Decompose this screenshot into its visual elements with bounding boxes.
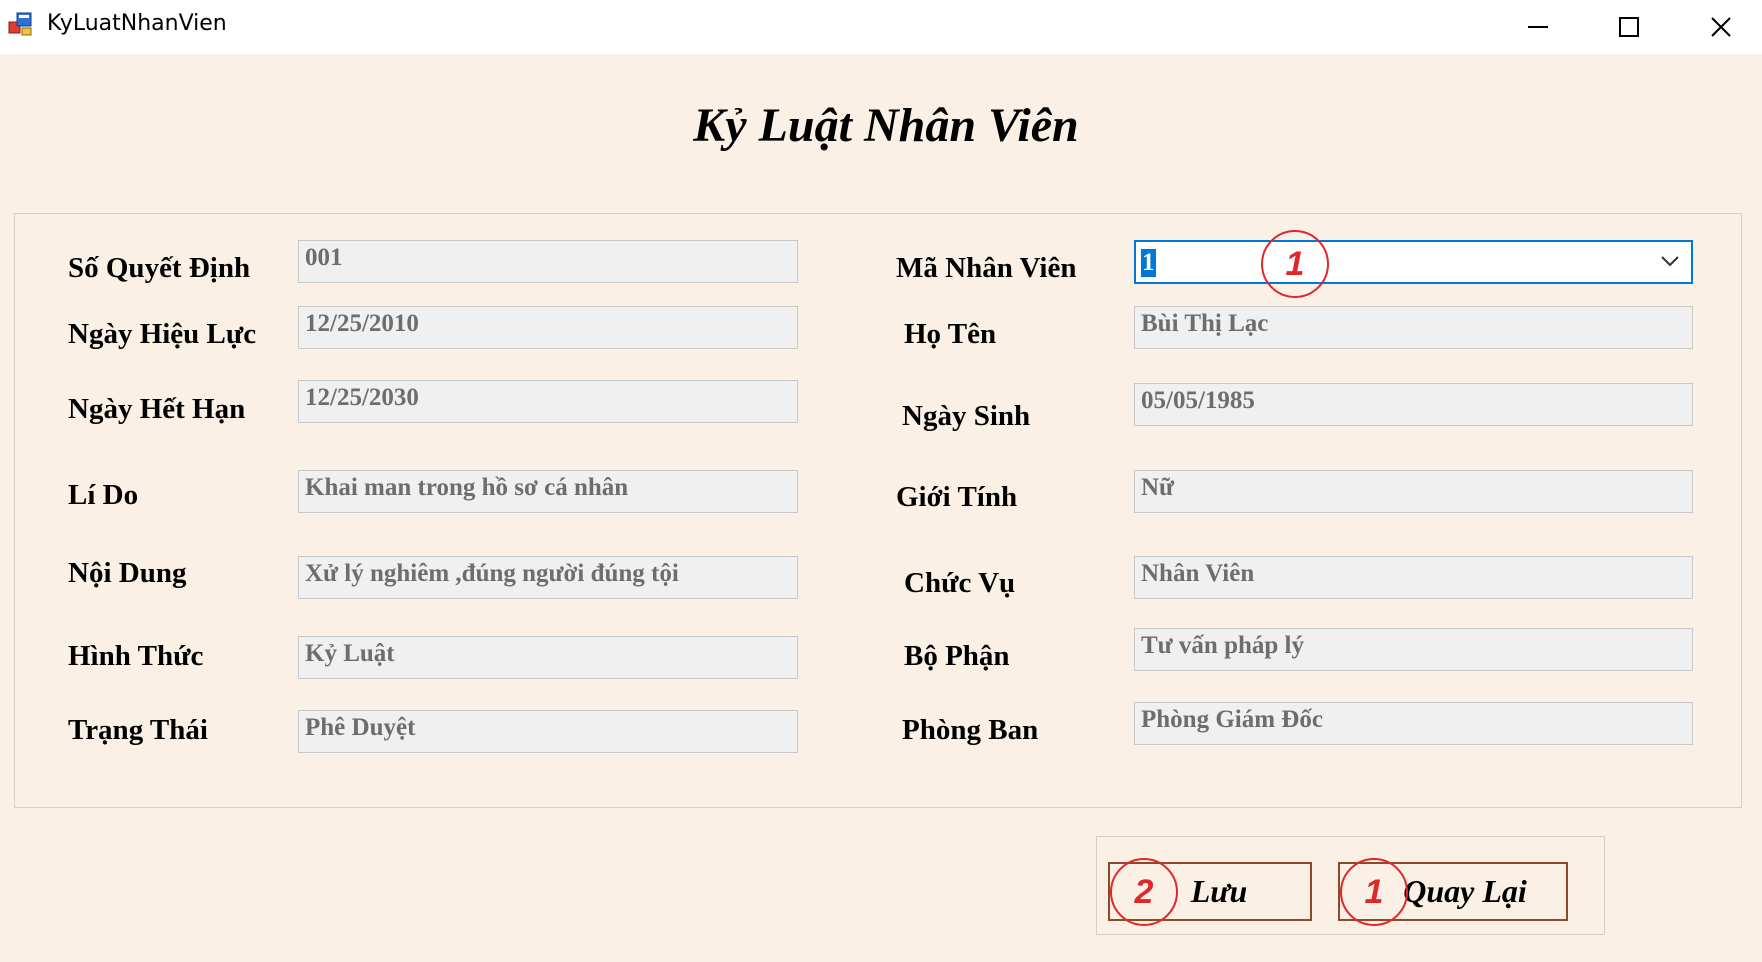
form-of-discipline-field[interactable]: Kỷ Luật: [298, 636, 798, 679]
position-field[interactable]: Nhân Viên: [1134, 556, 1693, 599]
employee-id-selected-value: 1: [1141, 249, 1156, 277]
window-title: KyLuatNhanVien: [47, 11, 227, 36]
birth-date-label: Ngày Sinh: [902, 400, 1031, 432]
content-label: Nội Dung: [68, 557, 187, 589]
reason-label: Lí Do: [68, 479, 139, 511]
full-name-field[interactable]: Bùi Thị Lạc: [1134, 306, 1693, 349]
department-field[interactable]: Phòng Giám Đốc: [1134, 702, 1693, 745]
annotation-marker-save: 2: [1110, 858, 1178, 926]
minimize-icon: [1528, 26, 1548, 28]
division-label: Bộ Phận: [904, 640, 1010, 672]
expiry-date-label: Ngày Hết Hạn: [68, 393, 246, 425]
winforms-app-icon: [8, 12, 32, 36]
gender-field[interactable]: Nữ: [1134, 470, 1693, 513]
expiry-date-field[interactable]: 12/25/2030: [298, 380, 798, 423]
chevron-down-icon[interactable]: [1660, 254, 1680, 268]
content-field[interactable]: Xử lý nghiêm ,đúng người đúng tội: [298, 556, 798, 599]
window-titlebar: KyLuatNhanVien: [0, 0, 1762, 54]
birth-date-field[interactable]: 05/05/1985: [1134, 383, 1693, 426]
form-title: Kỷ Luật Nhân Viên: [693, 99, 1079, 152]
effective-date-field[interactable]: 12/25/2010: [298, 306, 798, 349]
position-label: Chức Vụ: [904, 567, 1016, 599]
division-field[interactable]: Tư vấn pháp lý: [1134, 628, 1693, 671]
employee-id-combobox[interactable]: 1: [1134, 240, 1693, 284]
annotation-marker-back: 1: [1340, 858, 1408, 926]
effective-date-label: Ngày Hiệu Lực: [68, 318, 257, 350]
reason-field[interactable]: Khai man trong hồ sơ cá nhân: [298, 470, 798, 513]
maximize-icon: [1619, 17, 1639, 37]
close-icon: [1711, 17, 1731, 37]
gender-label: Giới Tính: [896, 481, 1018, 513]
minimize-button[interactable]: [1492, 0, 1584, 54]
employee-id-label: Mã Nhân Viên: [896, 252, 1077, 284]
annotation-marker-combo: 1: [1261, 230, 1329, 298]
close-button[interactable]: [1675, 0, 1762, 54]
department-label: Phòng Ban: [902, 714, 1039, 746]
status-field[interactable]: Phê Duyệt: [298, 710, 798, 753]
decision-number-label: Số Quyết Định: [68, 252, 251, 284]
decision-number-field[interactable]: 001: [298, 240, 798, 283]
full-name-label: Họ Tên: [904, 318, 997, 350]
form-of-discipline-label: Hình Thức: [68, 640, 204, 672]
maximize-button[interactable]: [1583, 0, 1675, 54]
status-label: Trạng Thái: [68, 714, 208, 746]
